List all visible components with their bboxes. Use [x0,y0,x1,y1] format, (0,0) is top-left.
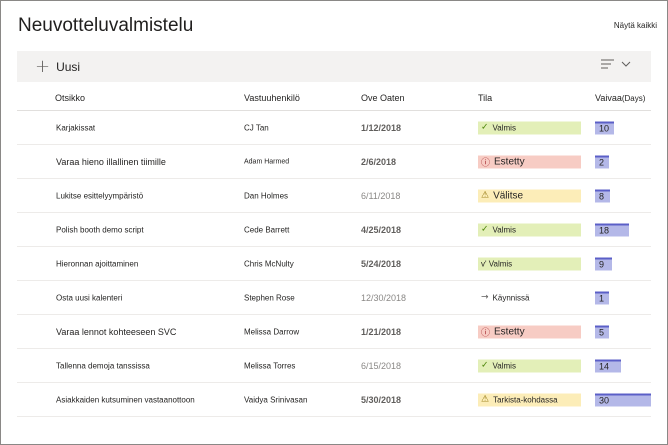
status-label: Tarkista-kohdassa [493,395,558,404]
task-owner: Stephen Rose [244,293,295,302]
status-badge: v' Valmis [478,257,581,270]
task-owner: Melissa Darrow [244,327,300,336]
effort-bar: 18 [595,223,629,236]
task-due-date: 6/11/2018 [361,190,401,201]
effort-value: 8 [599,191,605,202]
effort-value: 18 [599,225,610,236]
table-row[interactable]: Lukitse esittelyympäristö Dan Holmes 6/11/… [17,179,651,213]
task-title[interactable]: Karjakissat [56,123,95,132]
effort-value: 2 [599,157,605,168]
chevron-down-icon [621,61,631,67]
effort-bar: 2 [595,155,609,168]
column-header-effort[interactable]: Vaivaa(Days) [595,93,645,103]
warning-icon: ⚠ [481,190,490,201]
task-owner: Vaidya Srinivasan [244,395,308,404]
effort-unit-label: (Days) [621,94,646,103]
command-bar: + Uusi [17,51,651,82]
new-item-label: Uusi [56,60,81,74]
status-label: Käynnissä [492,293,530,302]
task-due-date: 1/21/2018 [361,326,402,337]
effort-bar: 8 [595,189,610,202]
task-title[interactable]: Asiakkaiden kutsuminen vastaanottoon [56,395,195,404]
task-owner: CJ Tan [244,123,269,132]
effort-bar: 10 [595,121,614,134]
status-badge: ✓ Valmis [478,359,581,372]
list-window: Neuvotteluvalmistelu Näytä kaikki + Uusi… [0,0,668,445]
check-icon: ✓ [481,360,489,371]
task-due-date: 6/15/2018 [361,360,402,371]
task-due-date: 1/12/2018 [361,122,402,133]
blocked-icon: ⓘ [481,328,491,338]
status-badge: ⓘ Estetty [478,325,581,338]
task-title[interactable]: Osta uusi kalenteri [56,293,122,302]
task-title[interactable]: Varaa hieno illallinen tiimille [56,157,166,167]
task-owner: Adam Harmed [244,158,290,165]
view-options-button[interactable] [601,59,631,69]
effort-value: 5 [599,327,605,338]
status-label: Valmis [492,225,516,234]
table-row[interactable]: Osta uusi kalenteri Stephen Rose 12/30/201… [17,281,651,315]
status-badge: → Käynnissä [478,291,581,304]
task-title[interactable]: Varaa lennot kohteeseen SVC [56,327,176,337]
effort-value: 30 [599,395,610,406]
effort-value: 10 [599,123,610,134]
task-owner: Dan Holmes [244,191,289,200]
effort-value: 1 [599,293,605,304]
column-header-owner[interactable]: Vastuuhenkilö [244,93,300,103]
task-owner: Melissa Torres [244,361,296,370]
column-header-due[interactable]: Ove Oaten [361,93,405,103]
status-label: v' Valmis [481,259,513,268]
arrow-right-icon: → [481,292,489,303]
table-row[interactable]: Polish booth demo script Cede Barrett 4/25… [17,213,651,247]
effort-bar: 14 [595,359,621,372]
status-badge: ✓ Valmis [478,223,581,236]
status-badge: ⚠ Välitse [478,189,581,202]
table-row[interactable]: Asiakkaiden kutsuminen vastaanottoon Vaid… [17,383,651,417]
task-title[interactable]: Lukitse esittelyympäristö [56,191,143,200]
task-title[interactable]: Hieronnan ajoittaminen [56,259,138,268]
effort-value: 9 [599,259,605,270]
status-badge: ⚠ Tarkista-kohdassa [478,393,581,406]
table-row[interactable]: Varaa lennot kohteeseen SVC Melissa Darro… [17,315,651,349]
column-header-status[interactable]: Tila [478,93,492,103]
table-row[interactable]: Varaa hieno illallinen tiimille Adam Harm… [17,145,651,179]
task-title[interactable]: Polish booth demo script [56,225,144,234]
task-owner: Cede Barrett [244,225,290,234]
task-title[interactable]: Tallenna demoja tanssissa [56,361,150,370]
effort-header-label: Vaivaa [595,93,622,103]
effort-bar: 5 [595,325,609,338]
see-all-link[interactable]: Näytä kaikki [614,21,657,30]
status-label: Estetty [494,156,525,167]
table-row[interactable]: Tallenna demoja tanssissa Melissa Torres 6… [17,349,651,383]
effort-bar: 30 [595,393,651,406]
status-label: Valmis [492,361,516,370]
new-item-button[interactable]: + Uusi [35,58,80,76]
task-due-date: 2/6/2018 [361,156,397,167]
task-due-date: 4/25/2018 [361,224,402,235]
effort-bar: 1 [595,291,609,304]
status-label: Valmis [492,123,516,132]
check-icon: ✓ [481,224,489,235]
status-badge: ✓ Valmis [478,121,581,134]
table-row[interactable]: Hieronnan ajoittaminen Chris McNulty 5/24/… [17,247,651,281]
blocked-icon: ⓘ [481,158,491,168]
check-icon: ✓ [481,122,489,133]
effort-value: 14 [599,361,610,372]
task-due-date: 12/30/2018 [361,292,407,303]
task-due-date: 5/24/2018 [361,258,402,269]
view-options-icon [601,59,614,69]
plus-icon: + [35,56,51,77]
task-owner: Chris McNulty [244,259,294,268]
table-row[interactable]: Karjakissat CJ Tan 1/12/2018 ✓ Valmis 10 [17,111,651,145]
status-badge: ⓘ Estetty [478,155,581,168]
page-title: Neuvotteluvalmistelu [18,15,194,36]
effort-bar: 9 [595,257,612,270]
warning-icon: ⚠ [481,394,490,405]
status-label: Estetty [494,326,525,337]
column-header-title[interactable]: Otsikko [55,93,85,103]
status-label: Välitse [493,190,524,201]
task-due-date: 5/30/2018 [361,394,402,405]
